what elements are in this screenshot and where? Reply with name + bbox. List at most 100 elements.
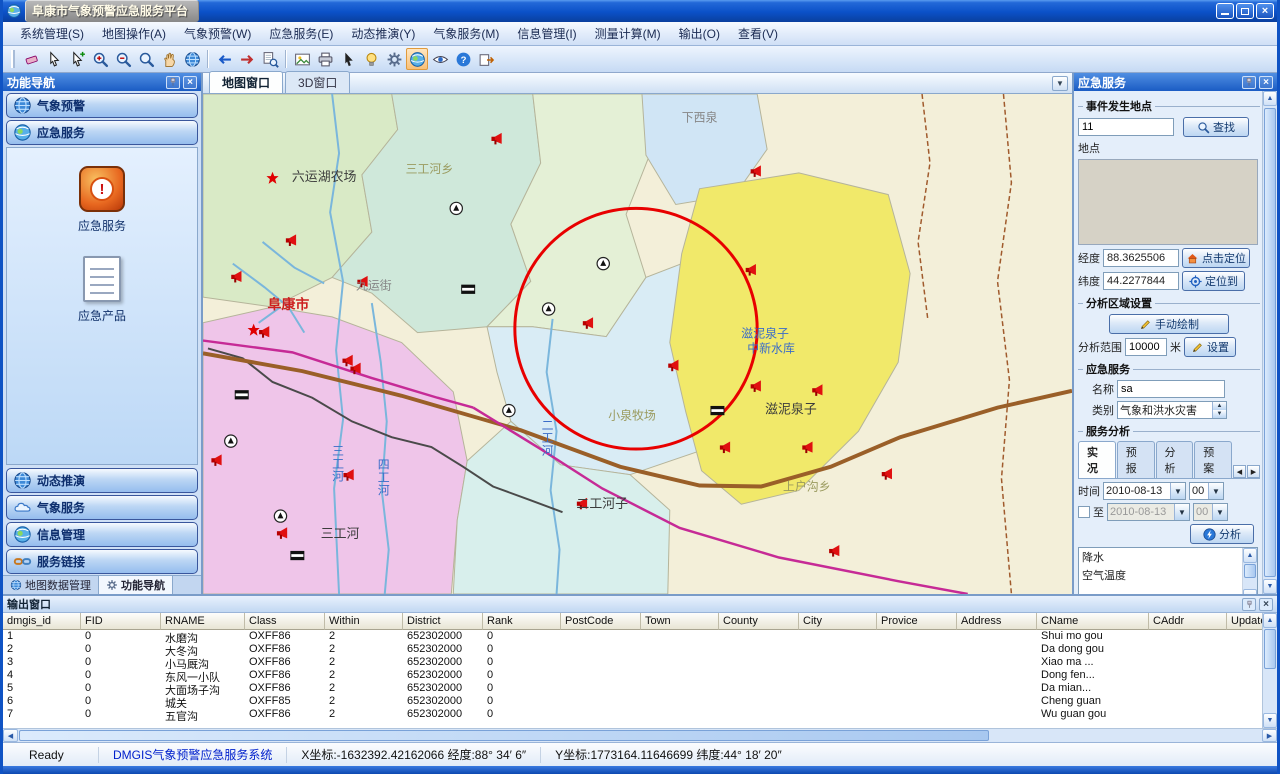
column-header-dmgis_id[interactable]: dmgis_id: [3, 613, 81, 630]
left-tab-0[interactable]: 地图数据管理: [3, 576, 99, 594]
hour-from-select[interactable]: 00▼: [1189, 482, 1224, 500]
hour-to-select[interactable]: 00▼: [1193, 503, 1228, 521]
column-header-PostCode[interactable]: PostCode: [561, 613, 641, 630]
flag-marker[interactable]: [462, 285, 475, 293]
map-canvas[interactable]: 下西泉六运湖农场三工河乡九运街阜康市滋泥泉子中新水库滋泥泉子小泉牧场上户沟乡三工…: [203, 94, 1072, 594]
map-tab-0[interactable]: 地图窗口: [209, 71, 283, 93]
export-icon[interactable]: [475, 48, 497, 70]
table-row[interactable]: 30小马厩沟OXFF8626523020000Xiao ma ...: [3, 656, 1262, 669]
chevron-down-icon[interactable]: ▼: [1174, 504, 1189, 520]
right-panel-close-icon[interactable]: ×: [1259, 76, 1273, 89]
settings-gear-icon[interactable]: [383, 48, 405, 70]
scroll-down-icon[interactable]: ▼: [1263, 713, 1277, 728]
restore-button[interactable]: [1236, 3, 1254, 19]
emergency-service-item[interactable]: ! 应急服务: [78, 166, 126, 234]
output-horizontal-scrollbar[interactable]: ◀ ▶: [3, 728, 1277, 742]
column-header-Provice[interactable]: Provice: [877, 613, 957, 630]
column-header-Within[interactable]: Within: [325, 613, 403, 630]
print-icon[interactable]: [314, 48, 336, 70]
tab-scroll-right-icon[interactable]: ▶: [1247, 465, 1260, 478]
column-header-District[interactable]: District: [403, 613, 483, 630]
station-marker[interactable]: [274, 510, 286, 522]
column-header-Class[interactable]: Class: [245, 613, 325, 630]
column-header-FID[interactable]: FID: [81, 613, 161, 630]
prev-extent-icon[interactable]: [213, 48, 235, 70]
scrollbar-track[interactable]: [18, 729, 1262, 742]
flag-marker[interactable]: [711, 406, 724, 414]
element-list-scrollbar[interactable]: ▲ ▼: [1242, 548, 1257, 594]
service-globe-icon[interactable]: [406, 48, 428, 70]
right-panel-pin-icon[interactable]: [1242, 76, 1256, 89]
select-cursor-icon[interactable]: [43, 48, 65, 70]
scrollbar-track[interactable]: [1243, 563, 1257, 589]
table-row[interactable]: 70五官沟OXFF8626523020000Wu guan gou: [3, 708, 1262, 721]
spin-down-icon[interactable]: ▼: [1213, 410, 1226, 418]
menu-item-1[interactable]: 地图操作(A): [93, 22, 175, 45]
chevron-down-icon[interactable]: ▼: [1212, 504, 1227, 520]
menu-item-0[interactable]: 系统管理(S): [11, 22, 93, 45]
element-item-1[interactable]: 空气温度: [1079, 566, 1242, 584]
table-row[interactable]: 60城关OXFF8526523020000Cheng guan: [3, 695, 1262, 708]
scroll-right-icon[interactable]: ▶: [1262, 729, 1277, 742]
column-header-CName[interactable]: CName: [1037, 613, 1149, 630]
nav-dynamic-deduction[interactable]: 动态推演: [6, 468, 198, 493]
table-row[interactable]: 50大面场子沟OXFF8626523020000Da mian...: [3, 682, 1262, 695]
station-marker[interactable]: [450, 202, 462, 214]
station-marker[interactable]: [542, 303, 554, 315]
element-item-0[interactable]: 降水: [1079, 548, 1242, 566]
pointer-icon[interactable]: [337, 48, 359, 70]
nav-info-management[interactable]: 信息管理: [6, 522, 198, 547]
service-type-select[interactable]: 气象和洪水灾害 ▲▼: [1117, 401, 1227, 419]
analysis-tab-1[interactable]: 预报: [1117, 441, 1155, 478]
station-marker[interactable]: [225, 435, 237, 447]
element-list[interactable]: 降水空气温度 ▲ ▼: [1078, 547, 1258, 594]
service-name-input[interactable]: [1117, 380, 1225, 398]
nav-weather-service[interactable]: 气象服务: [6, 495, 198, 520]
map-tab-1[interactable]: 3D窗口: [285, 71, 350, 93]
right-panel-scrollbar[interactable]: ▲ ▼: [1262, 91, 1277, 594]
station-marker[interactable]: [597, 258, 609, 270]
chevron-down-icon[interactable]: ▼: [1170, 483, 1185, 499]
menu-item-5[interactable]: 气象服务(M): [424, 22, 508, 45]
flag-marker[interactable]: [291, 551, 304, 559]
analyze-button[interactable]: 分析: [1190, 524, 1254, 544]
analysis-tab-3[interactable]: 预案: [1194, 441, 1232, 478]
marker-bulb-icon[interactable]: [360, 48, 382, 70]
latitude-field[interactable]: 44.2277844: [1103, 272, 1179, 290]
pan-icon[interactable]: [158, 48, 180, 70]
chevron-down-icon[interactable]: ▼: [1208, 483, 1223, 499]
scroll-up-icon[interactable]: ▲: [1263, 91, 1277, 106]
column-header-Update[interactable]: Update: [1227, 613, 1262, 630]
close-button[interactable]: ×: [1256, 3, 1274, 19]
next-extent-icon[interactable]: [236, 48, 258, 70]
locate-to-button[interactable]: 定位到: [1182, 271, 1245, 291]
emergency-product-item[interactable]: 应急产品: [78, 256, 126, 324]
analysis-tab-0[interactable]: 实况: [1078, 441, 1116, 478]
select-plus-icon[interactable]: [66, 48, 88, 70]
identify-icon[interactable]: [259, 48, 281, 70]
nav-service-links[interactable]: 服务链接: [6, 549, 198, 574]
output-pin-icon[interactable]: [1242, 598, 1256, 611]
table-row[interactable]: 40东风一小队OXFF8626523020000Dong fen...: [3, 669, 1262, 682]
column-header-Address[interactable]: Address: [957, 613, 1037, 630]
map-window-dropdown-icon[interactable]: ▼: [1052, 76, 1068, 91]
menu-item-8[interactable]: 输出(O): [670, 22, 729, 45]
column-header-RNAME[interactable]: RNAME: [161, 613, 245, 630]
output-close-icon[interactable]: ×: [1259, 598, 1273, 611]
scroll-left-icon[interactable]: ◀: [3, 729, 18, 742]
left-panel-pin-icon[interactable]: [166, 76, 180, 89]
menu-item-7[interactable]: 测量计算(M): [586, 22, 670, 45]
longitude-field[interactable]: 88.3625506: [1103, 249, 1179, 267]
scrollbar-track[interactable]: [1263, 106, 1277, 579]
full-extent-icon[interactable]: [181, 48, 203, 70]
measure-icon[interactable]: [20, 48, 42, 70]
spin-up-icon[interactable]: ▲: [1213, 402, 1226, 410]
table-row[interactable]: 20大冬沟OXFF8626523020000Da dong gou: [3, 643, 1262, 656]
scrollbar-track[interactable]: [1263, 628, 1277, 713]
map-svg[interactable]: 下西泉六运湖农场三工河乡九运街阜康市滋泥泉子中新水库滋泥泉子小泉牧场上户沟乡三工…: [203, 94, 1072, 594]
column-header-Rank[interactable]: Rank: [483, 613, 561, 630]
menu-item-2[interactable]: 气象预警(W): [175, 22, 260, 45]
find-button[interactable]: 查找: [1183, 117, 1249, 137]
left-panel-close-icon[interactable]: ×: [183, 76, 197, 89]
range-set-button[interactable]: 设置: [1184, 337, 1236, 357]
